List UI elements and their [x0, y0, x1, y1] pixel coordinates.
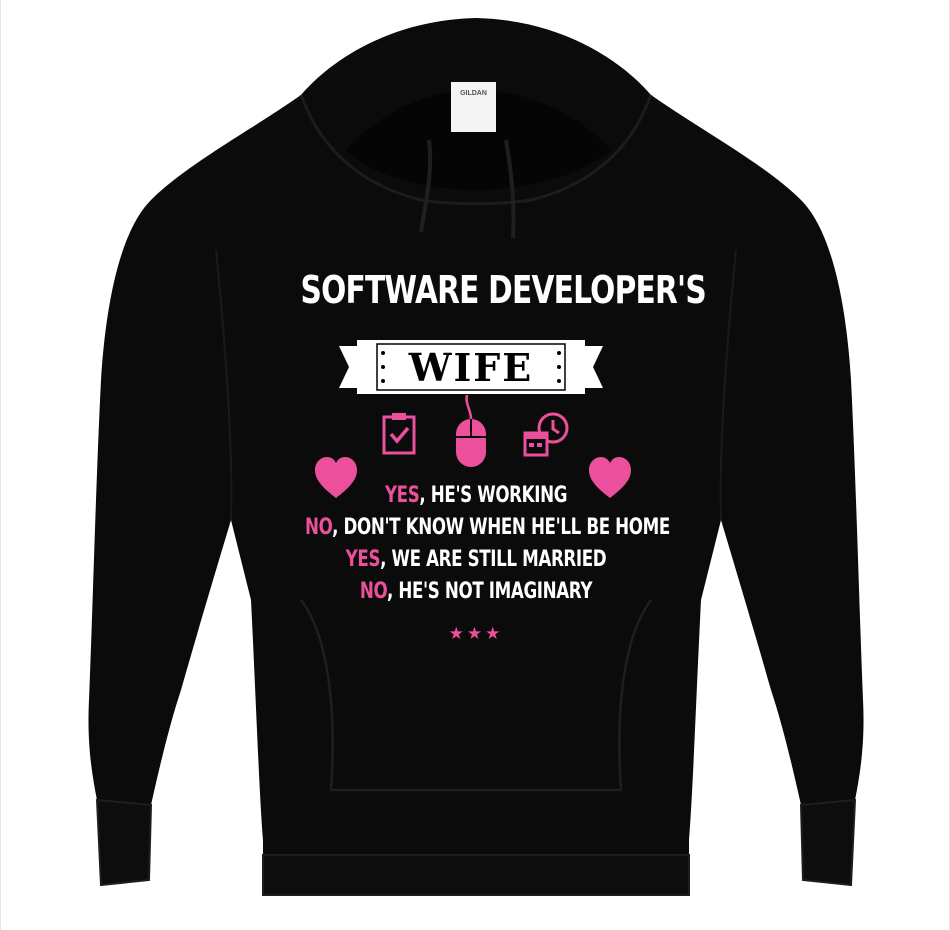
- stars-decoration: ★★★: [448, 624, 504, 644]
- product-photo: GILDAN SOFTWARE DEVELOPER'S WIFE YES, HE…: [0, 0, 950, 930]
- waistband: [262, 854, 690, 896]
- print-line: YES, WE ARE STILL MARRIED: [305, 544, 647, 576]
- print-line: NO, HE'S NOT IMAGINARY: [305, 576, 647, 608]
- line-keyword: YES: [345, 547, 381, 572]
- left-cuff: [95, 798, 153, 887]
- line-keyword: NO: [359, 579, 387, 604]
- print-line: NO, DON'T KNOW WHEN HE'LL BE HOME: [305, 512, 670, 544]
- print-line: YES, HE'S WORKING: [305, 480, 647, 512]
- line-text: , DON'T KNOW WHEN HE'LL BE HOME: [332, 515, 670, 540]
- calendar-clock-icon: [523, 412, 569, 457]
- banner-word: WIFE: [408, 345, 534, 390]
- clipboard-check-icon: [382, 413, 416, 455]
- right-cuff: [799, 798, 857, 887]
- print-headline: SOFTWARE DEVELOPER'S: [300, 268, 707, 312]
- computer-mouse-icon: [456, 395, 486, 467]
- line-text: , HE'S WORKING: [419, 483, 568, 508]
- brand-tag-label: GILDAN: [460, 90, 487, 97]
- line-text: , WE ARE STILL MARRIED: [380, 547, 607, 572]
- print-lines: YES, HE'S WORKING NO, DON'T KNOW WHEN HE…: [251, 480, 701, 608]
- line-keyword: YES: [384, 483, 420, 508]
- line-text: , HE'S NOT IMAGINARY: [386, 579, 593, 604]
- line-keyword: NO: [305, 515, 333, 540]
